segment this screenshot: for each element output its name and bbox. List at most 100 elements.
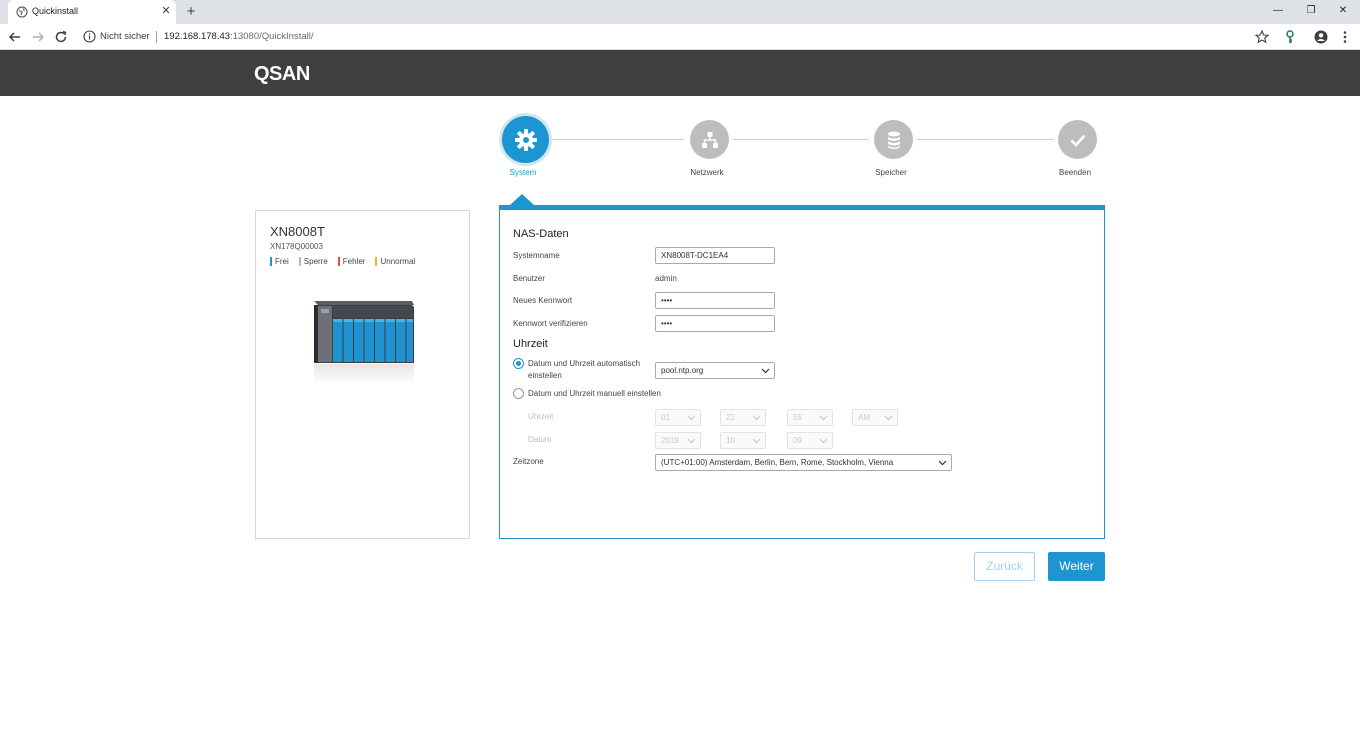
url-path: :13080/QuickInstall/ (230, 31, 314, 42)
hour-select[interactable]: 01 (655, 409, 701, 426)
legend-label: Frei (275, 257, 289, 266)
new-tab-button[interactable]: + (183, 3, 199, 21)
browser-tabstrip: Quickinstall ✕ + — ❐ ✕ (0, 0, 1360, 24)
ampm-select[interactable]: AM (852, 409, 898, 426)
device-info-panel: XN8008T XN178Q00003 Frei Sperre Fehler U… (255, 210, 470, 539)
chevron-down-icon (687, 438, 696, 444)
step-label-network: Netzwerk (690, 168, 724, 177)
browser-toolbar: Nicht sicher 192.168.178.43:13080/QuickI… (0, 24, 1360, 50)
step-connector (733, 139, 869, 140)
menu-dots-icon[interactable] (1337, 29, 1353, 45)
chevron-down-icon (752, 438, 761, 444)
user-label: Benutzer (513, 274, 546, 283)
verify-password-label: Kennwort verifizieren (513, 319, 588, 328)
back-button[interactable]: Zurück (974, 552, 1035, 581)
verify-password-input[interactable]: •••• (655, 315, 775, 332)
ampm-value: AM (858, 413, 870, 422)
next-button[interactable]: Weiter (1048, 552, 1105, 581)
second-select[interactable]: 55 (787, 409, 833, 426)
timezone-value: (UTC+01:00) Amsterdam, Berlin, Bern, Rom… (661, 458, 894, 467)
new-password-input[interactable]: •••• (655, 292, 775, 309)
window-close-button[interactable]: ✕ (1333, 3, 1353, 19)
window-restore-button[interactable]: ❐ (1301, 3, 1321, 19)
new-password-label: Neues Kennwort (513, 296, 573, 305)
chevron-down-icon (761, 368, 770, 374)
chevron-down-icon (819, 438, 828, 444)
ntp-server-value: pool.ntp.org (661, 366, 704, 375)
password-key-icon[interactable] (1282, 29, 1298, 45)
legend-swatch (375, 257, 378, 266)
legend-item-abnormal: Unnormal (375, 257, 415, 266)
step-network[interactable] (690, 120, 729, 159)
minute-value: 22 (726, 413, 735, 422)
tab-close-icon[interactable]: ✕ (159, 3, 173, 19)
url-text: 192.168.178.43:13080/QuickInstall/ (164, 31, 313, 42)
auto-time-radio[interactable] (513, 358, 524, 369)
chevron-down-icon (687, 415, 696, 421)
active-step-pointer (510, 194, 534, 205)
ntp-server-select[interactable]: pool.ntp.org (655, 362, 775, 379)
minute-select[interactable]: 22 (720, 409, 766, 426)
chevron-down-icon (819, 415, 828, 421)
database-icon (887, 131, 900, 149)
tab-title: Quickinstall (32, 6, 79, 16)
system-settings-panel (499, 205, 1105, 539)
timezone-label: Zeitzone (513, 457, 544, 466)
time-field-label: Uhrzeit (528, 412, 554, 421)
globe-icon (16, 6, 28, 18)
app-header: QSAN (0, 50, 1360, 96)
year-select[interactable]: 2019 (655, 432, 701, 449)
auto-time-label-line1: Datum und Uhrzeit automatisch (528, 359, 641, 368)
chevron-down-icon (752, 415, 761, 421)
hour-value: 01 (661, 413, 670, 422)
nas-data-heading: NAS-Daten (513, 228, 569, 240)
chevron-down-icon (938, 460, 947, 466)
legend-label: Unnormal (380, 257, 416, 266)
window-minimize-button[interactable]: — (1268, 3, 1288, 19)
legend-swatch (298, 257, 301, 266)
address-bar[interactable]: Nicht sicher 192.168.178.43:13080/QuickI… (78, 27, 1274, 47)
step-label-system: System (509, 168, 537, 177)
day-select[interactable]: 09 (787, 432, 833, 449)
date-field-label: Datum (528, 435, 552, 444)
month-value: 10 (726, 436, 735, 445)
manual-time-radio[interactable] (513, 388, 524, 399)
time-heading: Uhrzeit (513, 338, 548, 350)
qsan-logo: QSAN (254, 63, 310, 85)
step-system[interactable] (502, 116, 549, 163)
reload-icon[interactable] (52, 28, 70, 46)
network-icon (701, 131, 718, 148)
user-value: admin (655, 274, 677, 283)
nas-device-image (314, 301, 414, 384)
legend-label: Fehler (342, 257, 366, 266)
legend-item-locked: Sperre (298, 257, 328, 266)
second-value: 55 (793, 413, 802, 422)
step-storage[interactable] (874, 120, 913, 159)
device-model: XN8008T (270, 224, 325, 239)
month-select[interactable]: 10 (720, 432, 766, 449)
auto-time-label-line2: einstellen (528, 371, 562, 380)
legend-item-error: Fehler (337, 257, 366, 266)
step-label-finish: Beenden (1058, 168, 1092, 177)
step-finish[interactable] (1058, 120, 1097, 159)
browser-tab[interactable]: Quickinstall ✕ (8, 0, 176, 24)
day-value: 09 (793, 436, 802, 445)
info-icon[interactable] (83, 30, 96, 43)
timezone-select[interactable]: (UTC+01:00) Amsterdam, Berlin, Bern, Rom… (655, 454, 952, 471)
legend-swatch (337, 257, 340, 266)
url-host: 192.168.178.43 (164, 31, 231, 42)
disk-status-legend: Frei Sperre Fehler Unnormal (270, 257, 415, 266)
profile-icon[interactable] (1313, 29, 1329, 45)
gear-icon (514, 128, 537, 151)
step-label-storage: Speicher (875, 168, 907, 177)
forward-arrow-icon[interactable] (29, 28, 47, 46)
system-name-label: Systemname (513, 251, 560, 260)
system-name-input[interactable]: XN8008T-DC1EA4 (655, 247, 775, 264)
back-arrow-icon[interactable] (6, 28, 24, 46)
legend-swatch (270, 257, 272, 266)
check-icon (1070, 134, 1085, 147)
omnibox-separator (156, 31, 157, 43)
bookmark-star-icon[interactable] (1254, 29, 1270, 45)
step-connector (917, 139, 1054, 140)
legend-item-free: Frei (270, 257, 289, 266)
